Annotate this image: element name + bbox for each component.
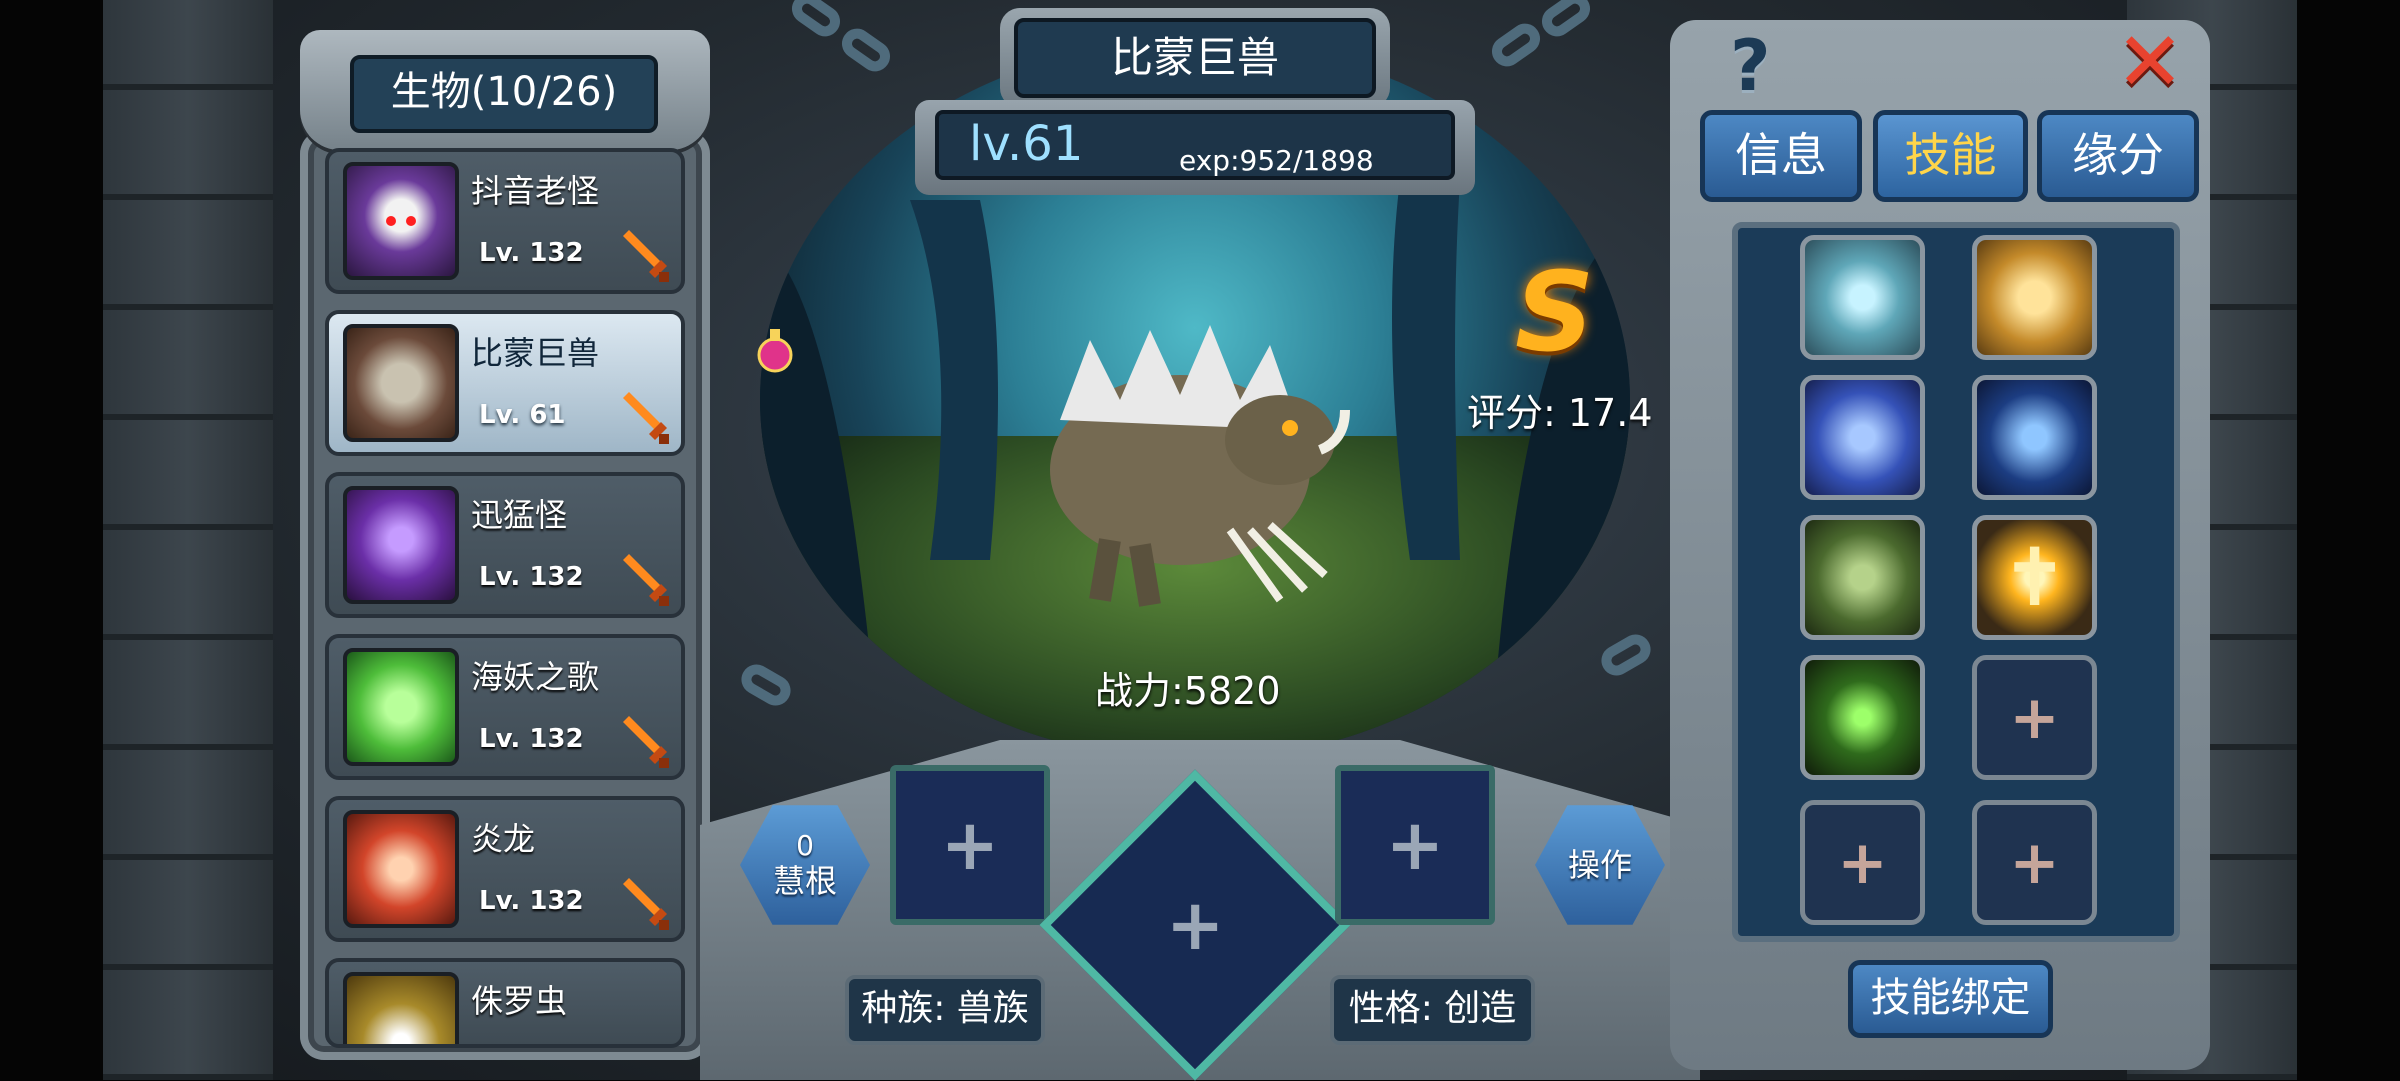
creature-level: Lv. 132 xyxy=(479,238,584,268)
equip-slot-right[interactable]: + xyxy=(1335,765,1495,925)
help-icon[interactable]: ? xyxy=(1730,25,1771,107)
tab-info[interactable]: 信息 xyxy=(1700,110,1862,202)
holy-cross-skill-icon[interactable]: ✝ xyxy=(1972,515,2097,640)
creature-item-douyin[interactable]: 抖音老怪 Lv. 132 xyxy=(325,148,685,294)
creature-level: Lv. 132 xyxy=(479,562,584,592)
creature-list[interactable]: 抖音老怪 Lv. 132 比蒙巨兽 Lv. 61 迅猛怪 Lv. 132 海妖之… xyxy=(325,148,685,1064)
creature-level: Lv. 132 xyxy=(479,886,584,916)
wisdom-label: 慧根 xyxy=(772,862,837,900)
dark-figure-skill-icon[interactable] xyxy=(1972,375,2097,500)
golden-shield-skill-icon[interactable] xyxy=(1972,235,2097,360)
creature-name: 比蒙巨兽 xyxy=(471,334,600,372)
plus-icon: + xyxy=(2009,827,2060,898)
blue-vortex-skill-icon[interactable] xyxy=(1800,375,1925,500)
green-beast-skill-icon[interactable] xyxy=(1800,655,1925,780)
creature-exp-label: exp:952/1898 xyxy=(1179,144,1374,177)
sword-icon xyxy=(623,554,669,606)
selected-creature-name: 比蒙巨兽 xyxy=(1014,18,1376,98)
sword-icon xyxy=(623,716,669,768)
plus-icon: + xyxy=(1837,827,1888,898)
creature-level-label: lv.61 xyxy=(969,116,1084,172)
stone-wall-left xyxy=(103,0,273,1080)
plus-icon: + xyxy=(1385,804,1445,886)
creature-portrait xyxy=(343,972,459,1044)
tab-skills[interactable]: 技能 xyxy=(1873,110,2028,202)
tab-fate[interactable]: 缘分 xyxy=(2037,110,2199,202)
creature-portrait xyxy=(343,810,459,928)
equip-slot-left[interactable]: + xyxy=(890,765,1050,925)
creature-name: 抖音老怪 xyxy=(471,172,600,210)
plus-icon: + xyxy=(940,804,1000,886)
behemoth-creature-illustration xyxy=(1050,325,1350,607)
creature-portrait xyxy=(343,162,459,280)
creature-count-title: 生物(10/26) xyxy=(350,55,658,133)
level-exp-bar: lv.61 exp:952/1898 xyxy=(935,110,1455,180)
creature-item-jurassic-bug[interactable]: 侏罗虫 xyxy=(325,958,685,1048)
creature-item-fire-dragon[interactable]: 炎龙 Lv. 132 xyxy=(325,796,685,942)
race-tag: 种族: 兽族 xyxy=(845,975,1045,1045)
skill-bind-button[interactable]: 技能绑定 xyxy=(1848,960,2053,1038)
creature-item-siren[interactable]: 海妖之歌 Lv. 132 xyxy=(325,634,685,780)
creature-name: 侏罗虫 xyxy=(471,982,568,1020)
empty-skill-slot[interactable]: + xyxy=(1800,800,1925,925)
plus-icon: + xyxy=(1165,884,1225,966)
creature-name: 迅猛怪 xyxy=(471,496,568,534)
potion-icon[interactable] xyxy=(755,325,795,377)
creature-level: Lv. 61 xyxy=(479,400,566,430)
creature-level: Lv. 132 xyxy=(479,724,584,754)
creature-portrait xyxy=(343,486,459,604)
creature-name: 海妖之歌 xyxy=(471,658,600,696)
close-icon[interactable]: ✕ xyxy=(2105,18,2195,108)
empty-skill-slot[interactable]: + xyxy=(1972,800,2097,925)
creature-grade: S xyxy=(1515,248,1595,376)
creature-name-plate: 比蒙巨兽 xyxy=(1000,8,1390,108)
creature-portrait xyxy=(343,648,459,766)
crystal-skill-icon[interactable] xyxy=(1800,235,1925,360)
sword-icon xyxy=(623,878,669,930)
operate-label: 操作 xyxy=(1567,846,1632,884)
creature-item-raptor[interactable]: 迅猛怪 Lv. 132 xyxy=(325,472,685,618)
sword-icon xyxy=(623,392,669,444)
empty-skill-slot[interactable]: + xyxy=(1972,655,2097,780)
shadow-clones-skill-icon[interactable] xyxy=(1800,515,1925,640)
personality-tag: 性格: 创造 xyxy=(1330,975,1535,1045)
wisdom-count: 0 xyxy=(796,829,814,862)
creature-score: 评分: 17.4 xyxy=(1467,391,1653,435)
creature-name: 炎龙 xyxy=(471,820,536,858)
creature-item-behemoth[interactable]: 比蒙巨兽 Lv. 61 xyxy=(325,310,685,456)
creature-portrait xyxy=(343,324,459,442)
creature-level-plate: lv.61 exp:952/1898 xyxy=(915,100,1475,195)
creature-list-header: 生物(10/26) xyxy=(300,30,710,150)
cross-symbol: ✝ xyxy=(2000,530,2069,624)
creature-power: 战力:5820 xyxy=(1095,669,1281,713)
sword-icon xyxy=(623,230,669,282)
plus-icon: + xyxy=(2009,682,2060,753)
